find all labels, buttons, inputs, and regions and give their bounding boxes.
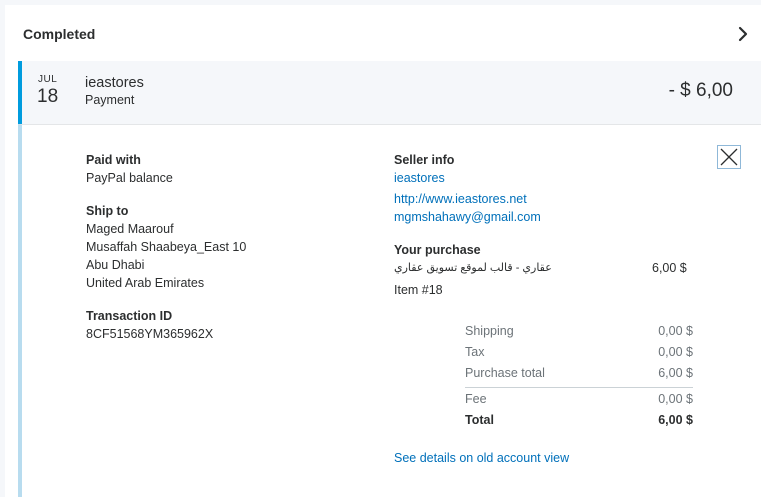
details-right-column: Seller info ieastores http://www.ieastor… xyxy=(394,151,714,314)
transaction-merchant: ieastores xyxy=(85,75,144,91)
summary-purchase-total-label: Purchase total xyxy=(465,366,545,380)
purchase-label: Your purchase xyxy=(394,243,481,257)
transaction-amount: - $ 6,00 xyxy=(668,80,733,101)
transaction-id-label: Transaction ID xyxy=(86,309,173,323)
purchase-item-price: 6,00 $ xyxy=(652,261,687,275)
summary-shipping-value: 0,00 $ xyxy=(658,324,693,338)
ship-to-name: Maged Maarouf xyxy=(86,222,174,236)
purchase-item-name: عقاري - قالب لموقع تسويق عقاري xyxy=(394,262,552,274)
summary-total-label: Total xyxy=(465,413,494,427)
summary-shipping-label: Shipping xyxy=(465,324,514,338)
summary-total-value: 6,00 $ xyxy=(658,413,693,427)
close-icon xyxy=(720,148,738,166)
summary-row-shipping: Shipping 0,00 $ xyxy=(465,322,693,343)
ship-to-block: Ship to Maged Maarouf Musaffah Shaabeya_… xyxy=(86,202,366,292)
ship-to-label: Ship to xyxy=(86,204,129,218)
purchase-item: عقاري - قالب لموقع تسويق عقاري 6,00 $ xyxy=(394,259,714,279)
summary-purchase-total-value: 6,00 $ xyxy=(658,366,693,380)
summary-row-tax: Tax 0,00 $ xyxy=(465,343,693,364)
transaction-id-value: 8CF51568YM365962X xyxy=(86,327,214,341)
ship-to-country: United Arab Emirates xyxy=(86,276,205,290)
seller-info-block: Seller info ieastores http://www.ieastor… xyxy=(394,151,714,226)
transaction-month: JUL xyxy=(38,74,58,85)
seller-email-link[interactable]: mgmshahawy@gmail.com xyxy=(394,208,714,226)
ship-to-street: Musaffah Shaabeya_East 10 xyxy=(86,240,247,254)
transaction-id-block: Transaction ID 8CF51568YM365962X xyxy=(86,307,366,343)
seller-info-label: Seller info xyxy=(394,153,455,167)
summary-row-total: Total 6,00 $ xyxy=(465,411,693,432)
paid-with-label: Paid with xyxy=(86,153,141,167)
summary-row-fee: Fee 0,00 $ xyxy=(465,390,693,411)
section-header: Completed xyxy=(5,5,761,61)
transaction-row[interactable]: JUL 18 ieastores Payment - $ 6,00 xyxy=(18,61,761,124)
payment-summary: Shipping 0,00 $ Tax 0,00 $ Purchase tota… xyxy=(465,322,693,432)
chevron-right-icon[interactable] xyxy=(735,25,751,43)
transaction-type: Payment xyxy=(85,93,135,107)
summary-fee-value: 0,00 $ xyxy=(658,392,693,406)
summary-row-purchase-total: Purchase total 6,00 $ xyxy=(465,364,693,385)
summary-tax-value: 0,00 $ xyxy=(658,345,693,359)
section-title: Completed xyxy=(23,26,96,42)
ship-to-city: Abu Dhabi xyxy=(86,258,145,272)
seller-name-link[interactable]: ieastores xyxy=(394,169,714,187)
close-details-button[interactable] xyxy=(717,145,741,169)
old-account-view-link[interactable]: See details on old account view xyxy=(394,451,569,465)
seller-website-link[interactable]: http://www.ieastores.net xyxy=(394,190,714,208)
transaction-day: 18 xyxy=(37,86,59,107)
details-left-column: Paid with PayPal balance Ship to Maged M… xyxy=(86,151,366,358)
purchase-item-number: Item #18 xyxy=(394,283,443,297)
transaction-details: Paid with PayPal balance Ship to Maged M… xyxy=(18,124,761,497)
paid-with-value: PayPal balance xyxy=(86,171,173,185)
paid-with-block: Paid with PayPal balance xyxy=(86,151,366,187)
summary-divider xyxy=(465,387,693,388)
purchase-block: Your purchase عقاري - قالب لموقع تسويق ع… xyxy=(394,241,714,299)
activity-panel: Completed JUL 18 ieastores Payment - $ 6… xyxy=(5,5,761,497)
summary-fee-label: Fee xyxy=(465,392,487,406)
summary-tax-label: Tax xyxy=(465,345,485,359)
